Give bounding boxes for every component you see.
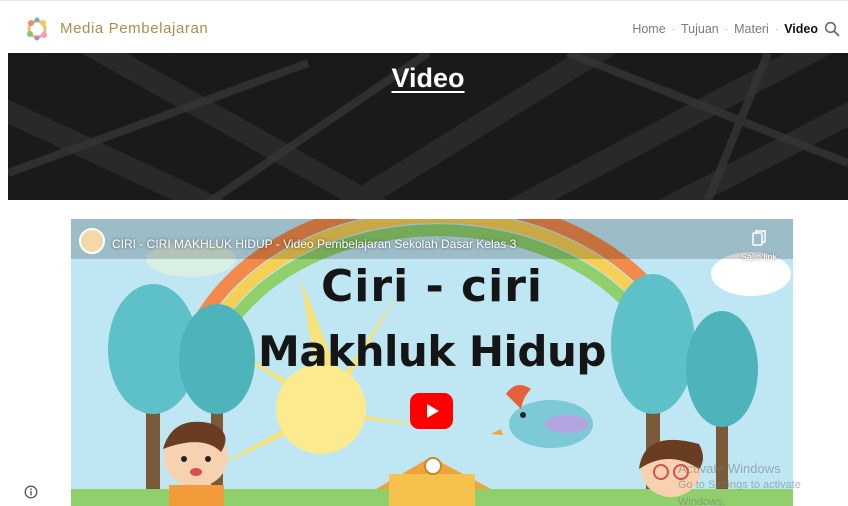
copy-link-button[interactable]: Salin link <box>739 230 779 262</box>
site-title[interactable]: Media Pembelajaran <box>60 20 208 37</box>
flower-wreath-logo-icon[interactable] <box>24 15 50 41</box>
youtube-play-icon[interactable] <box>410 393 453 429</box>
nav-separator: · <box>724 23 729 35</box>
nav-item-materi[interactable]: Materi <box>734 22 769 36</box>
site-header: Media Pembelajaran Home · Tujuan · Mater… <box>0 0 848 56</box>
nav-item-tujuan[interactable]: Tujuan <box>681 22 719 36</box>
hero-banner: Video <box>8 53 848 200</box>
watermark-line2: Go to Settings to activate Windows. <box>678 479 801 506</box>
channel-avatar[interactable] <box>79 228 105 254</box>
info-icon[interactable] <box>24 485 38 499</box>
main-nav: Home · Tujuan · Materi · Video <box>632 22 818 36</box>
watermark-line1: Activate Windows <box>678 461 781 476</box>
activate-windows-watermark: Activate Windows Go to Settings to activ… <box>678 460 848 506</box>
video-title[interactable]: CIRI - CIRI MAKHLUK HIDUP - Video Pembel… <box>112 237 516 251</box>
search-icon[interactable] <box>824 21 840 37</box>
nav-item-home[interactable]: Home <box>632 22 665 36</box>
nav-separator: · <box>774 23 779 35</box>
thumbnail-title-line2: Makhluk Hidup <box>258 327 606 376</box>
copy-icon <box>752 230 766 246</box>
thumbnail-title-line1: Ciri - ciri <box>321 261 543 312</box>
nav-item-video[interactable]: Video <box>784 22 818 36</box>
nav-separator: · <box>671 23 675 35</box>
page-title: Video <box>391 63 465 93</box>
